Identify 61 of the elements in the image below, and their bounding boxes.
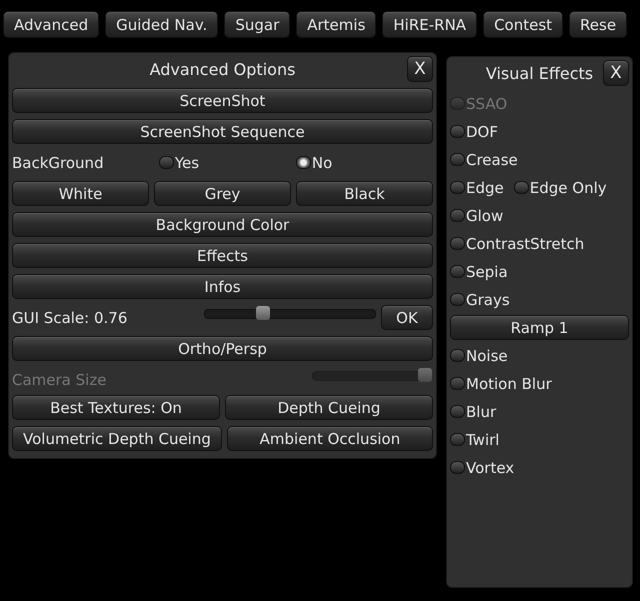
toggle-label: Grays xyxy=(466,290,510,308)
slider-thumb[interactable] xyxy=(256,306,270,320)
option-button[interactable]: Volumetric Depth Cueing xyxy=(12,426,222,451)
toggle-button[interactable] xyxy=(450,377,465,390)
toggle-label: Edge Only xyxy=(530,178,607,196)
toggle-label: Sepia xyxy=(466,262,508,280)
toggle-button[interactable] xyxy=(450,209,465,222)
toolbar-button[interactable]: Advanced xyxy=(3,11,100,38)
radio-button[interactable] xyxy=(296,156,311,169)
toggle-button[interactable] xyxy=(450,153,465,166)
toolbar-button[interactable]: Rese xyxy=(569,11,628,38)
toggle-label: Vortex xyxy=(466,458,514,476)
toolbar-button[interactable]: Artemis xyxy=(296,11,376,38)
option-button[interactable]: ScreenShot Sequence xyxy=(12,119,433,144)
toggle-label: Twirl xyxy=(466,430,500,448)
radio-button[interactable] xyxy=(158,156,174,169)
toggle-label: Motion Blur xyxy=(466,374,552,392)
option-button[interactable]: Black xyxy=(296,181,433,206)
toggle-label: DOF xyxy=(466,122,498,140)
toggle-button[interactable] xyxy=(514,181,529,194)
option-label: BackGround xyxy=(12,154,105,172)
toggle-button[interactable] xyxy=(450,349,465,362)
toggle-button[interactable] xyxy=(450,433,465,446)
option-button[interactable]: ScreenShot xyxy=(12,88,433,113)
option-label: Camera Size xyxy=(12,371,108,389)
toolbar-button[interactable]: Guided Nav. xyxy=(105,11,218,38)
option-button[interactable]: Effects xyxy=(12,243,433,268)
toolbar-button[interactable]: Sugar xyxy=(224,11,290,38)
toggle-label: Noise xyxy=(466,346,508,364)
toggle-button[interactable] xyxy=(450,237,465,250)
option-button[interactable]: Depth Cueing xyxy=(225,395,433,420)
toolbar-button[interactable]: HiRE-RNA xyxy=(382,11,478,38)
panel-title: Advanced Options xyxy=(150,60,296,78)
panel-title: Visual Effects xyxy=(486,64,594,82)
toggle-button[interactable] xyxy=(450,293,465,306)
close-button[interactable]: X xyxy=(603,60,629,86)
toggle-label: Glow xyxy=(466,206,504,224)
toggle-button[interactable] xyxy=(450,125,465,138)
close-button[interactable]: X xyxy=(407,56,433,82)
option-button[interactable]: Best Textures: On xyxy=(12,395,220,420)
toggle-label: SSAO xyxy=(466,94,508,112)
ramp-button[interactable]: Ramp 1 xyxy=(450,315,629,340)
toggle-button[interactable] xyxy=(450,181,465,194)
option-button[interactable]: Infos xyxy=(12,274,433,299)
option-button[interactable]: Background Color xyxy=(12,212,433,237)
option-label: GUI Scale: 0.76 xyxy=(12,308,128,326)
toggle-label: Edge xyxy=(466,178,504,196)
toggle-label: ContrastStretch xyxy=(466,234,584,252)
radio-label: Yes xyxy=(174,154,200,172)
ok-button[interactable]: OK xyxy=(381,305,433,330)
toggle-label: Blur xyxy=(466,402,496,420)
option-button[interactable]: Grey xyxy=(154,181,291,206)
toggle-button[interactable] xyxy=(450,265,465,278)
option-button[interactable]: Ortho/Persp xyxy=(12,336,433,361)
toggle-button[interactable] xyxy=(450,405,465,418)
option-button[interactable]: White xyxy=(12,181,149,206)
radio-label: No xyxy=(312,154,332,172)
option-button[interactable]: Ambient Occlusion xyxy=(226,426,433,451)
toggle-label: Crease xyxy=(466,150,518,168)
toggle-button[interactable] xyxy=(450,461,465,474)
toolbar-button[interactable]: Contest xyxy=(483,11,564,38)
